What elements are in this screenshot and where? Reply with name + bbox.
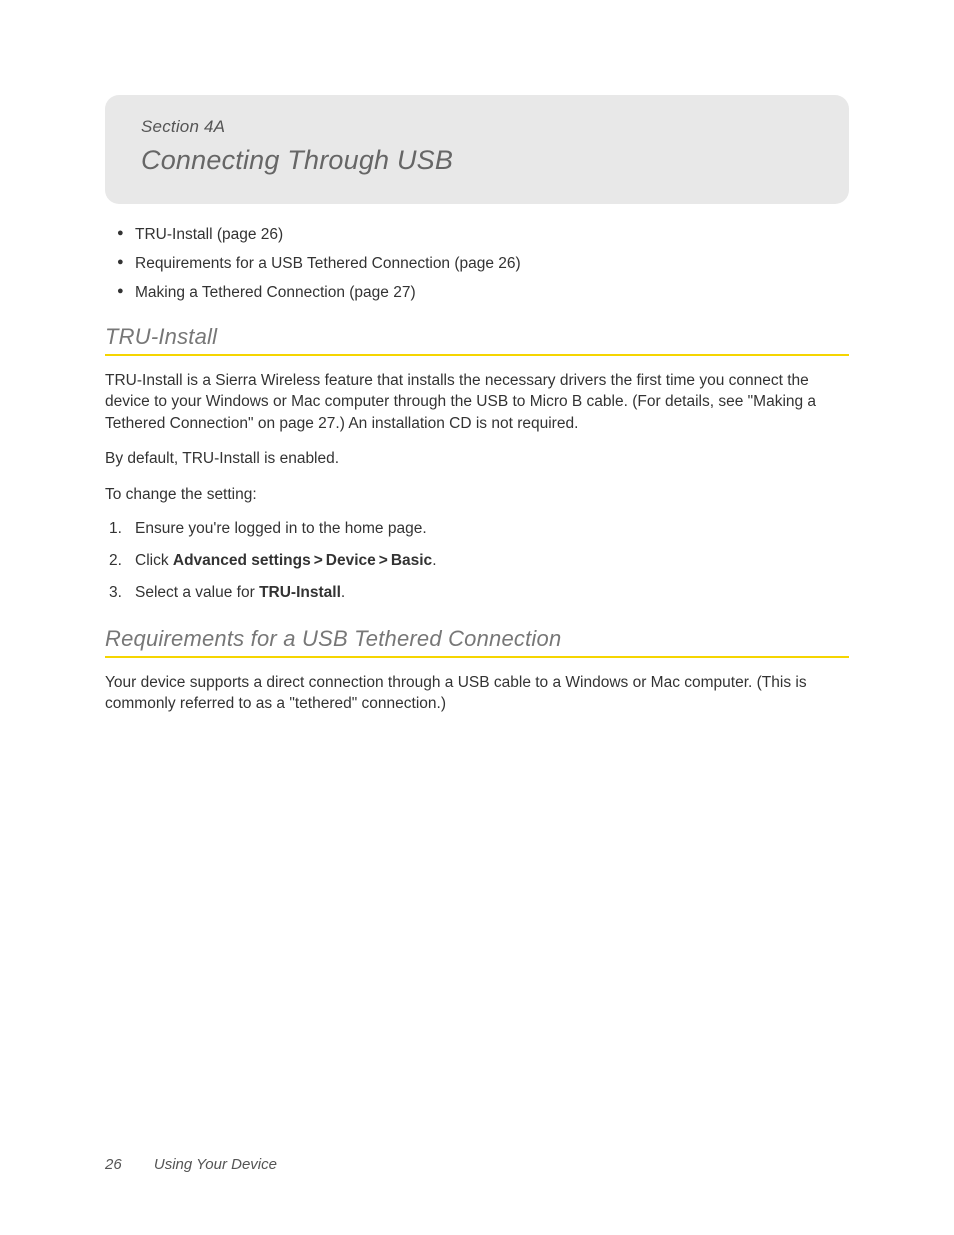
requirements-paragraph-1: Your device supports a direct connection…: [105, 672, 849, 715]
page-footer: 26 Using Your Device: [105, 1156, 277, 1173]
step-3-suffix: .: [341, 584, 345, 601]
toc-list: TRU-Install (page 26) Requirements for a…: [117, 226, 849, 302]
toc-item: Requirements for a USB Tethered Connecti…: [117, 255, 849, 273]
step-2-bold-2: Device: [326, 552, 376, 569]
tru-install-steps: Ensure you're logged in to the home page…: [109, 519, 849, 604]
page-container: Section 4A Connecting Through USB TRU-In…: [0, 0, 954, 788]
step-1: Ensure you're logged in to the home page…: [109, 519, 849, 540]
chapter-title: Using Your Device: [154, 1156, 277, 1173]
step-3-bold: TRU-Install: [259, 584, 341, 601]
tru-install-heading: TRU-Install: [105, 324, 849, 356]
step-2-bold-1: Advanced settings: [173, 552, 311, 569]
breadcrumb-separator-icon: >: [379, 552, 388, 569]
tru-install-paragraph-1: TRU-Install is a Sierra Wireless feature…: [105, 370, 849, 434]
section-title: Connecting Through USB: [141, 145, 813, 176]
toc-item: Making a Tethered Connection (page 27): [117, 284, 849, 302]
tru-install-paragraph-2: By default, TRU-Install is enabled.: [105, 448, 849, 469]
requirements-heading: Requirements for a USB Tethered Connecti…: [105, 626, 849, 658]
breadcrumb-separator-icon: >: [314, 552, 323, 569]
section-header-box: Section 4A Connecting Through USB: [105, 95, 849, 204]
step-3-prefix: Select a value for: [135, 584, 259, 601]
toc-item: TRU-Install (page 26): [117, 226, 849, 244]
step-2-prefix: Click: [135, 552, 173, 569]
step-2-suffix: .: [432, 552, 436, 569]
page-number: 26: [105, 1156, 122, 1173]
tru-install-paragraph-3: To change the setting:: [105, 484, 849, 505]
section-label: Section 4A: [141, 117, 813, 137]
step-2-bold-3: Basic: [391, 552, 432, 569]
step-3: Select a value for TRU-Install.: [109, 583, 849, 604]
step-2: Click Advanced settings>Device>Basic.: [109, 551, 849, 572]
